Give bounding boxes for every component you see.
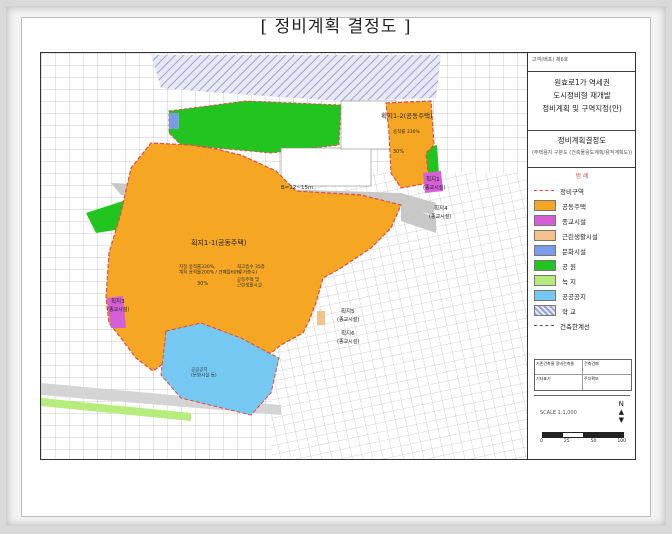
plan-title-line-1: 원효로1가 역세권 [554,78,610,87]
label-lot-c: 획지3 [111,297,125,305]
stamp-cell-1: 건축건폐 [583,360,631,375]
legend-list: 정비구역 공동주택 종교시설 근린생활시설 문화시설 공 원 녹 지 공공공지 … [528,183,635,333]
label-lot-1-1: 획지1-1(공동주택) [191,238,247,247]
scale-text: SCALE 1:1,000 [540,410,577,416]
stamp-cell-2: 기타표기 [535,375,583,390]
panel-header-small: 고객(배포) 제6호 [528,53,635,72]
plan-title-box: 원효로1가 역세권 도시정비형 재개발 정비계획 및 구역지정(안) [528,72,635,131]
legend-item-1: 공동주택 [528,198,635,213]
plan-sheet: 획지1-1(공동주택) 지정 용적률330%, 계획 용적률200% / 건폐율6… [40,52,636,460]
decision-subtitle: (주택용지 구분도 (건축물용도계획/용적계획도)) [531,150,633,156]
stamp-cell-0: 기존건축물 정비건축물 [535,360,583,375]
legend-panel: 고객(배포) 제6호 원효로1가 역세권 도시정비형 재개발 정비계획 및 구역… [527,53,635,459]
label-lot-a: 획지1 [426,175,440,183]
legend-item-5: 공 원 [528,258,635,273]
scale-ticks: 0 25 50 100 [540,439,626,444]
label-lot-1-1-pct: 30% [197,281,208,287]
label-lot-e: 획지6 [341,329,355,337]
legend-swatch-7 [534,290,556,301]
scale-tick-3: 100 [617,439,626,444]
label-lot-1-2-pct: 30% [393,149,404,155]
legend-item-7: 공공공지 [528,288,635,303]
legend-swatch-3 [534,230,556,241]
label-lot-a-sub: (종교시설) [423,184,445,191]
site-plan-map: 획지1-1(공동주택) 지정 용적률330%, 계획 용적률200% / 건폐율6… [41,53,527,459]
label-lot-d-sub: (종교시설) [337,316,359,323]
label-lot-d: 획지5 [341,307,355,315]
label-lot-1-2: 획지1-2(공동주택) [381,111,433,120]
legend-item-6: 녹 지 [528,273,635,288]
legend-swatch-4 [534,245,556,256]
legend-swatch-0 [534,190,554,191]
scale-tick-2: 50 [590,439,597,444]
label-lot-b: 획지4 [434,204,448,212]
stamp-cell-3: 주차확보 [584,376,599,381]
legend-swatch-9 [534,325,554,326]
legend-item-3: 근린생활시설 [528,228,635,243]
plan-title-line-2: 도시정비형 재개발 [553,91,611,100]
label-road: B=12~15m [281,185,313,191]
scale-tick-0: 0 [540,439,543,444]
legend-swatch-6 [534,275,556,286]
label-lot-e-sub: (종교시설) [337,338,359,345]
legend-item-2: 종교시설 [528,213,635,228]
stamp-table: 기존건축물 정비건축물 건축건폐 기타표기 주차확보 [534,359,632,391]
label-lot-c-sub: (종교시설) [107,306,129,313]
legend-swatch-2 [534,215,556,226]
decision-title: 정비계획결정도 [557,136,607,145]
label-lot-1-2-info: 용적률 330% [393,128,420,135]
legend-swatch-8 [534,305,556,316]
label-lot-1-1-info-c: 공동주택 및 근린생활시설 [237,276,262,288]
scale-box: SCALE 1:1,000 N ▲ ▼ 0 25 50 100 [534,395,630,456]
label-lot-b-sub: (종교시설) [429,213,451,220]
legend-item-8: 학 교 [528,303,635,318]
scale-bar [542,432,624,438]
legend-item-4: 문화시설 [528,243,635,258]
legend-swatch-5 [534,260,556,271]
decision-title-box: 정비계획결정도 (주택용지 구분도 (건축물용도계획/용적계획도)) [528,131,635,168]
legend-item-0: 정비구역 [528,183,635,198]
north-arrow-icon: N ▲ ▼ [618,400,624,424]
park-top [168,100,342,154]
scale-tick-1: 25 [563,439,570,444]
plan-title-line-3: 정비계획 및 구역지정(안) [542,104,622,113]
legend-header: 범 례 [575,173,589,180]
legend-swatch-1 [534,200,556,211]
page-title: [ 정비계획 결정도 ] [260,17,412,37]
legend-item-9: 건축한계선 [528,318,635,333]
